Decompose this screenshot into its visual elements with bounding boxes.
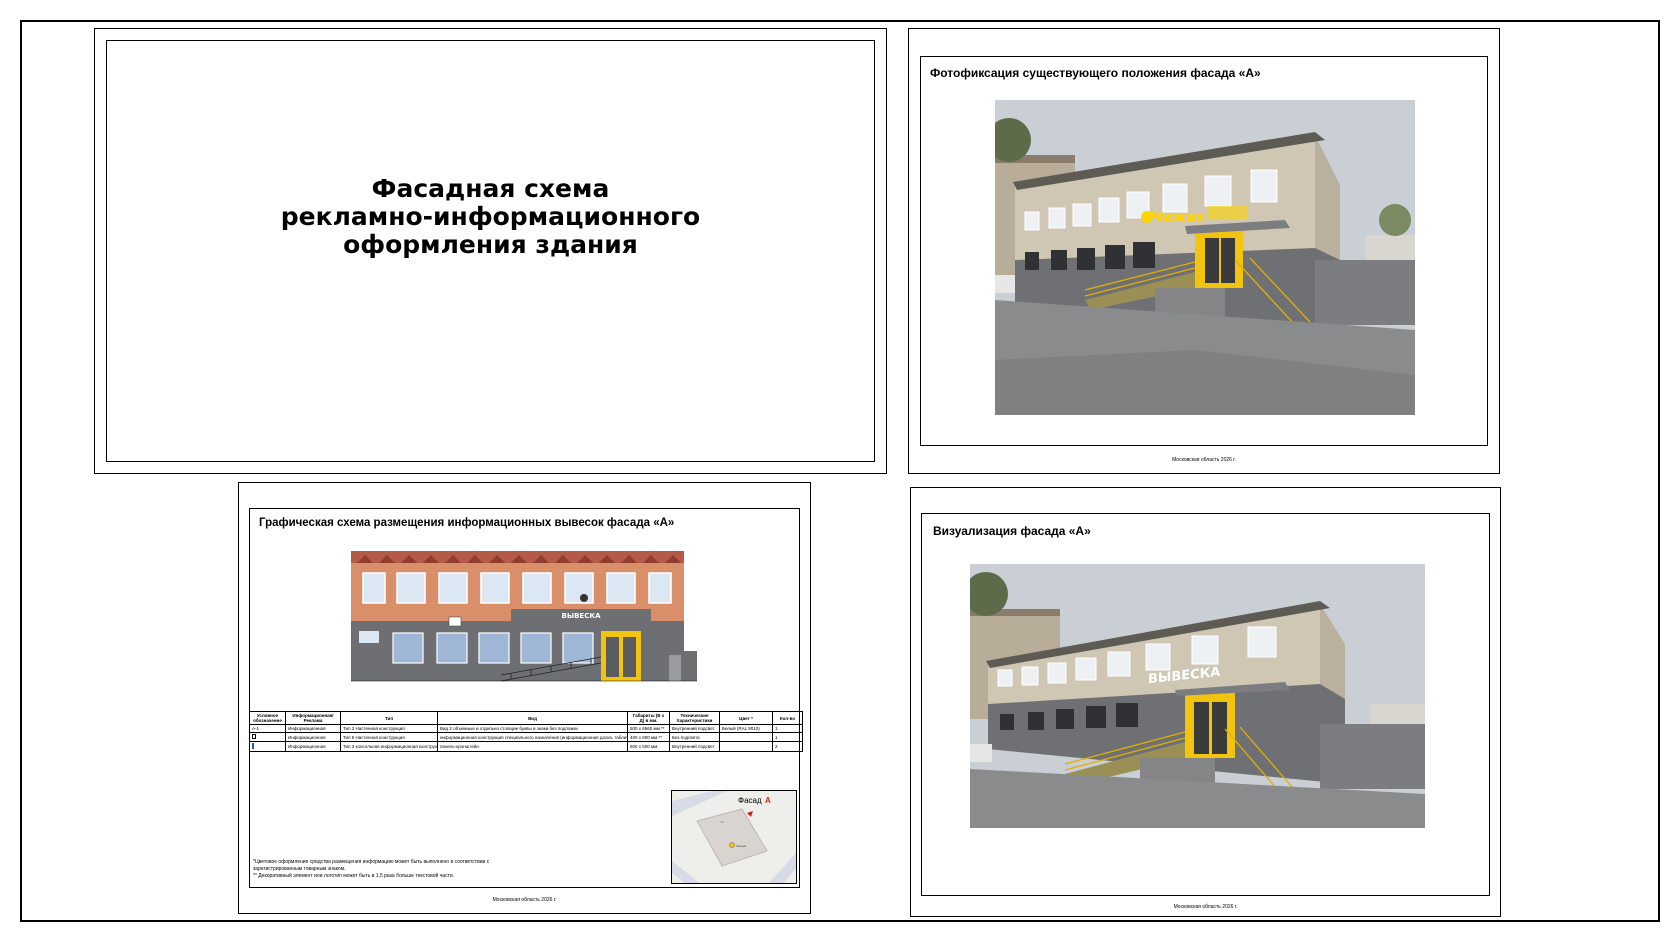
table-header: Кол-во <box>772 711 803 725</box>
table-cell: 2 <box>772 741 803 752</box>
existing-facade-photo: Чижик <box>995 100 1415 415</box>
table-row: А-1 Информационная Тип 2 Настенная конст… <box>249 724 803 733</box>
map-shop-label: Чижик <box>736 844 747 848</box>
note-line: *Цветовое оформление средства размещения… <box>253 859 490 872</box>
table-cell: Информационная <box>285 732 341 742</box>
table-cell: А-1 <box>249 724 286 733</box>
visual-sheet-footer: Московская область 2026 г. <box>1173 904 1238 910</box>
document-title: Фасадная схема рекламно-информационного … <box>95 175 886 259</box>
table-cell: Внутренний подсвет <box>669 741 720 752</box>
table-header: Тип <box>340 711 438 725</box>
table-header: Вид <box>437 711 628 725</box>
facade-drawing: ВЫВЕСКА <box>351 551 697 691</box>
table-row: Информационная Тип 3 консольная информац… <box>249 741 803 752</box>
table-cell: Информационная <box>285 724 341 733</box>
title-sheet: Фасадная схема рекламно-информационного … <box>94 28 887 474</box>
map-facade-label: Фасад <box>738 796 762 805</box>
map-house-number: 44 <box>720 820 724 824</box>
visual-sheet: Визуализация фасада «А» ВЫВЕСКА Московск… <box>910 487 1501 917</box>
facade-visualization-photo: ВЫВЕСКА <box>970 564 1425 828</box>
scheme-sign-text: ВЫВЕСКА <box>562 612 602 620</box>
table-cell: 1 <box>772 724 803 733</box>
signage-spec-table: Условное обозначение Информационная/ Рек… <box>249 711 803 752</box>
table-cell <box>719 732 773 742</box>
table-cell: 1 <box>772 732 803 742</box>
table-header: Габариты (В х Д) в мм. <box>627 711 670 725</box>
table-header: Информационная/ Реклама <box>285 711 341 725</box>
photo-sheet-footer: Московская область 2026 г. <box>1172 457 1236 463</box>
table-cell: 500 x 500 мм. <box>627 741 670 752</box>
table-cell: Без подсвета <box>669 732 720 742</box>
photo-sheet-heading: Фотофиксация существующего положения фас… <box>930 66 1261 80</box>
table-cell <box>719 741 773 752</box>
scheme-sheet-heading: Графическая схема размещения информацион… <box>259 517 675 529</box>
table-row: Информационная Тип 5 Настенная конструкц… <box>249 732 803 742</box>
table-cell: Белый (RAL 9010) <box>719 724 773 733</box>
console-symbol-icon <box>252 743 254 749</box>
table-cell: Тип 2 Настенная конструкция <box>340 724 438 733</box>
scheme-notes: *Цветовое оформление средства размещения… <box>253 859 523 880</box>
location-map: Чижик 44 Фасад А <box>671 790 797 884</box>
table-header: Технические Характеристики <box>669 711 720 725</box>
table-cell: Вид 2 объемные и отдельно стоящие буквы … <box>437 724 628 733</box>
plaque-symbol-icon <box>252 734 256 739</box>
visual-sheet-heading: Визуализация фасада «А» <box>933 524 1091 538</box>
table-header: Условное обозначение <box>249 711 286 725</box>
title-line-3: оформления здания <box>343 230 638 259</box>
table-cell: Информационная <box>285 741 341 752</box>
table-cell: 500 x 6560 мм.** <box>627 724 670 733</box>
note-line: ** Декоративный элемент или логотип може… <box>253 873 455 879</box>
title-line-1: Фасадная схема <box>371 174 610 203</box>
scheme-sheet-footer: Московская область 2026 г. <box>492 897 557 903</box>
table-cell: Тип 3 консольная информационная конструк… <box>340 741 438 752</box>
table-cell <box>249 732 286 742</box>
table-cell <box>249 741 286 752</box>
table-header: Цвет * <box>719 711 773 725</box>
table-cell: панель-кронштейн <box>437 741 628 752</box>
photo-sheet: Фотофиксация существующего положения фас… <box>908 28 1500 474</box>
table-header-row: Условное обозначение Информационная/ Рек… <box>249 711 803 725</box>
table-cell: Тип 5 Настенная конструкция <box>340 732 438 742</box>
table-cell: 400 x 600 мм.** <box>627 732 670 742</box>
title-line-2: рекламно-информационного <box>280 202 701 231</box>
map-facade-letter: А <box>765 796 771 805</box>
table-cell: Внутренний подсвет <box>669 724 720 733</box>
scheme-sheet: Графическая схема размещения информацион… <box>238 482 811 914</box>
store-sign-text: Чижик <box>1151 210 1206 226</box>
table-cell: информационная конструкция специального … <box>437 732 628 742</box>
